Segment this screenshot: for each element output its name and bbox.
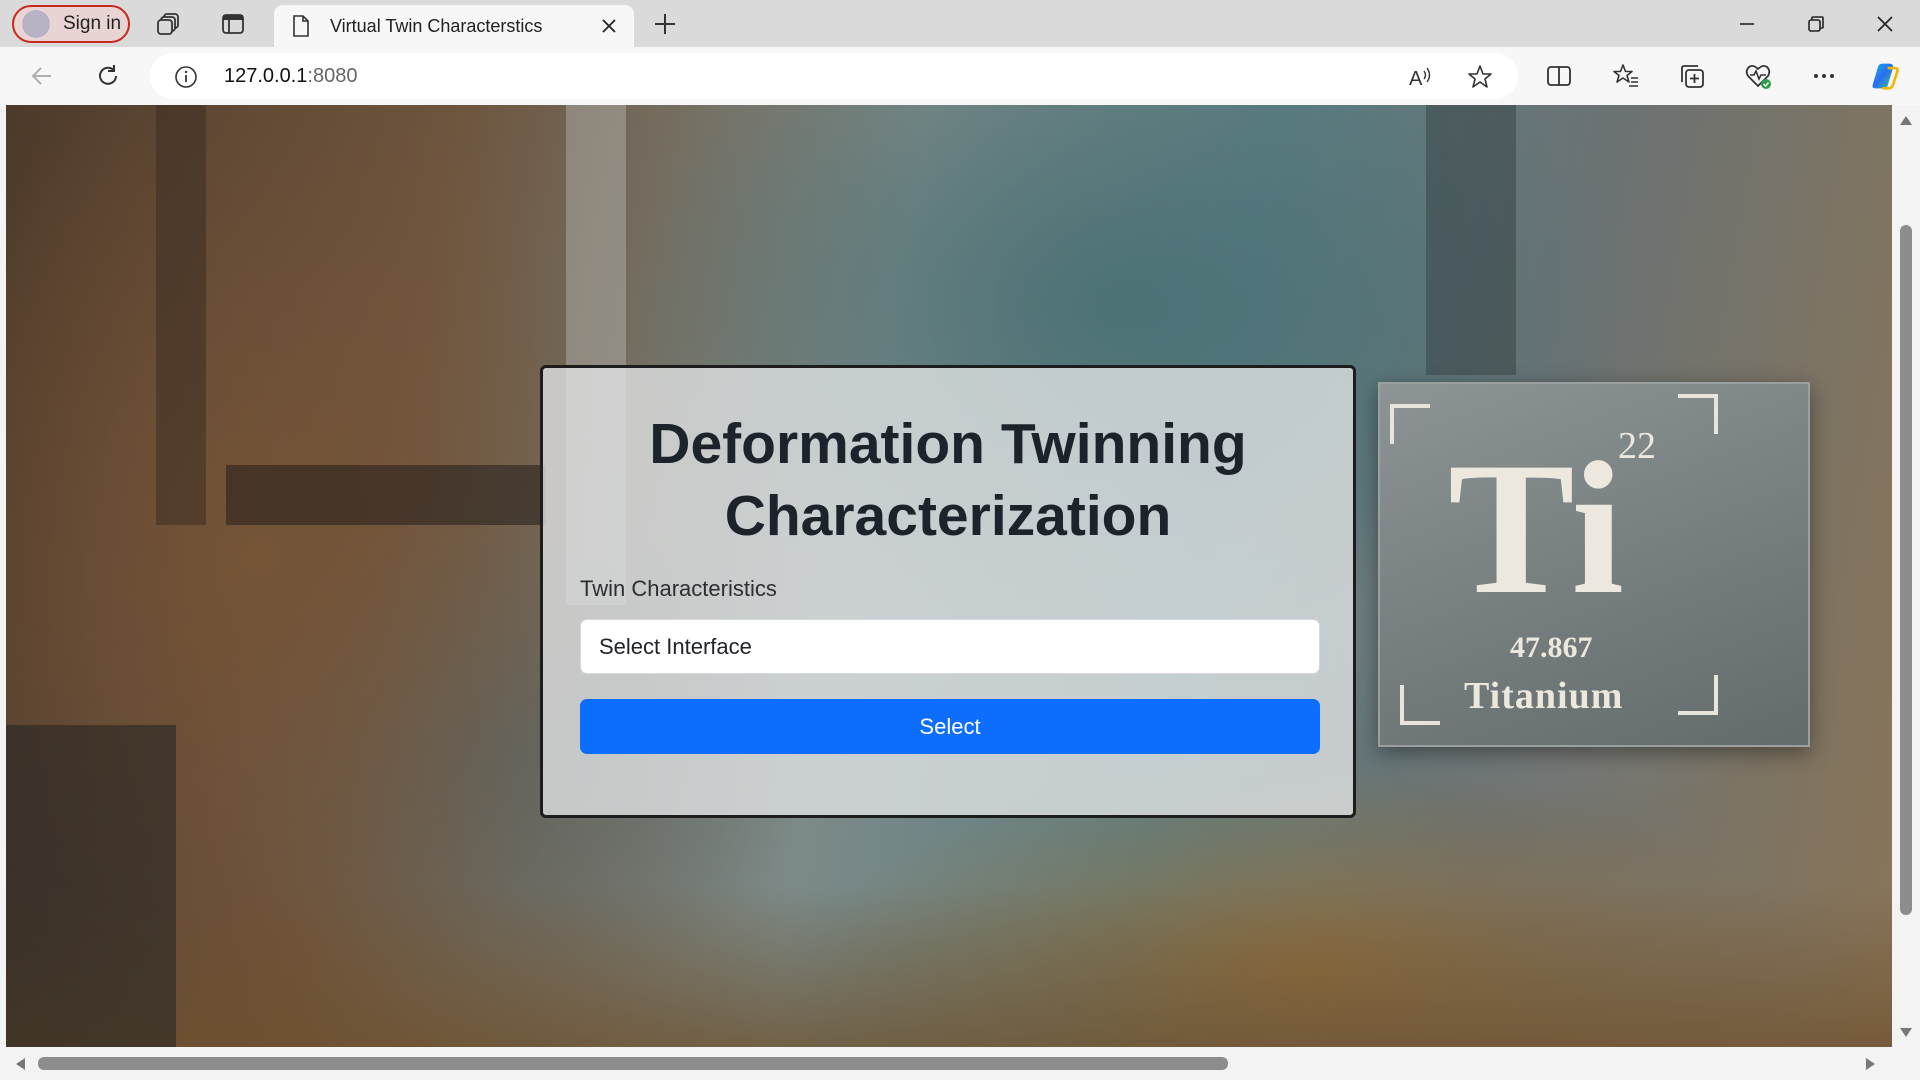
tab-actions-icon[interactable] [220, 11, 246, 37]
active-tab[interactable]: Virtual Twin Characterstics [274, 5, 634, 47]
read-aloud-icon[interactable]: A [1406, 63, 1434, 91]
browser-essentials-icon[interactable] [1743, 61, 1773, 91]
close-window-icon[interactable] [1871, 10, 1899, 38]
sign-in-label: Sign in [63, 13, 122, 34]
split-screen-icon[interactable] [1544, 61, 1574, 91]
collections-icon[interactable] [1677, 61, 1707, 91]
machine-column [156, 105, 206, 525]
favorite-star-icon[interactable] [1466, 63, 1494, 91]
horizontal-scrollbar[interactable] [0, 1047, 1892, 1080]
tile-corner [1390, 404, 1430, 444]
machine-bar [226, 465, 546, 525]
vertical-scrollbar[interactable] [1892, 105, 1920, 1047]
refresh-icon[interactable] [93, 61, 123, 91]
favorites-icon[interactable] [1611, 61, 1641, 91]
scroll-down-icon[interactable] [1900, 1028, 1912, 1037]
vertical-scroll-thumb[interactable] [1900, 225, 1912, 915]
element-mass: 47.867 [1510, 631, 1593, 664]
scroll-up-icon[interactable] [1900, 116, 1912, 125]
machine-pillar [1426, 105, 1516, 375]
url-text[interactable]: 127.0.0.1:8080 [224, 65, 357, 88]
scroll-left-icon[interactable] [16, 1058, 25, 1070]
horizontal-scroll-thumb[interactable] [38, 1057, 1228, 1070]
new-tab-icon[interactable] [651, 10, 679, 38]
tile-corner [1400, 685, 1440, 725]
navigation-bar: 127.0.0.1:8080 A [0, 47, 1920, 105]
machine-coil [6, 725, 176, 1047]
tile-corner [1678, 675, 1718, 715]
selection-card: Deformation Twinning Characterization Tw… [540, 365, 1356, 818]
url-host: 127.0.0.1 [224, 65, 308, 87]
tab-strip: Sign in Virtual Twin Characterstics [0, 0, 1920, 47]
page-viewport: 22 Ti 47.867 Titanium Deformation Twinni… [6, 105, 1892, 1047]
close-tab-icon[interactable] [598, 15, 620, 37]
url-port: :8080 [307, 65, 358, 87]
copilot-icon[interactable] [1870, 61, 1900, 91]
site-info-icon[interactable] [174, 65, 198, 89]
sign-in-button[interactable]: Sign in [12, 5, 130, 43]
back-icon[interactable] [27, 61, 57, 91]
tab-title: Virtual Twin Characterstics [330, 15, 543, 36]
element-symbol: Ti [1448, 424, 1625, 634]
page-title: Deformation Twinning Characterization [649, 412, 1247, 548]
select-button[interactable]: Select [580, 699, 1320, 754]
minimize-icon[interactable] [1733, 10, 1761, 38]
profile-avatar [22, 10, 50, 38]
tile-corner [1678, 394, 1718, 434]
page-icon [290, 15, 312, 37]
svg-text:A: A [1409, 68, 1423, 90]
element-name: Titanium [1464, 675, 1624, 717]
rusty-floor [6, 885, 1892, 1047]
twin-characteristics-label: Twin Characteristics [580, 576, 777, 601]
interface-select[interactable]: Select Interface [580, 619, 1320, 674]
workspaces-icon[interactable] [156, 11, 182, 37]
interface-select-value: Select Interface [599, 633, 752, 659]
more-menu-icon[interactable] [1809, 61, 1839, 91]
restore-icon[interactable] [1802, 10, 1830, 38]
address-bar[interactable]: 127.0.0.1:8080 A [150, 53, 1518, 99]
titanium-element-tile: 22 Ti 47.867 Titanium [1378, 382, 1810, 747]
scroll-right-icon[interactable] [1866, 1058, 1875, 1070]
